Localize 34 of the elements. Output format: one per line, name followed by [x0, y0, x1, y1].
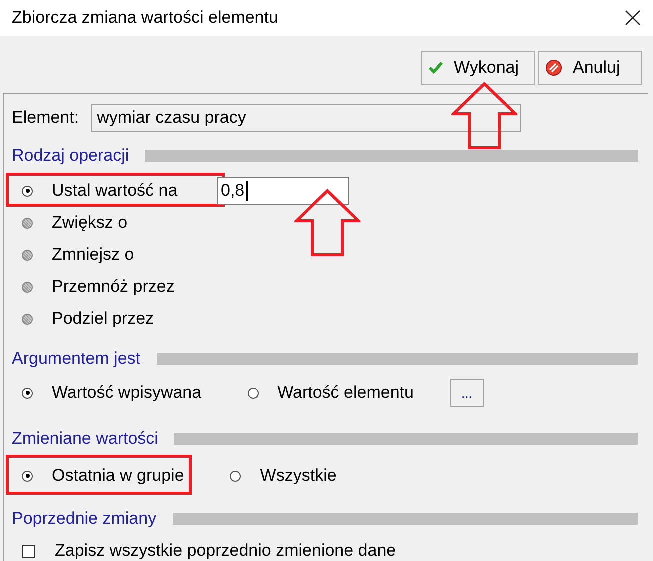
execute-button[interactable]: Wykonaj: [421, 51, 535, 85]
value-field[interactable]: 0,8: [217, 177, 349, 205]
radio-button[interactable]: [248, 388, 259, 398]
element-field[interactable]: wymiar czasu pracy: [91, 104, 522, 132]
section-header: Zmieniane wartości: [12, 429, 158, 449]
radio-label[interactable]: Podziel przez: [52, 309, 154, 329]
radio-label[interactable]: Wartość wpisywana: [52, 383, 202, 403]
radio-button[interactable]: [22, 282, 33, 292]
checkbox[interactable]: [22, 544, 35, 558]
radio-button[interactable]: [22, 186, 33, 196]
radio-button[interactable]: [22, 314, 33, 324]
cancel-button[interactable]: Anuluj: [538, 51, 642, 85]
radio-label[interactable]: Zwiększ o: [52, 213, 128, 233]
section-header: Rodzaj operacji: [12, 146, 130, 166]
close-icon[interactable]: [625, 10, 641, 26]
radio-label[interactable]: Ustal wartość na: [52, 181, 178, 201]
section-header: Argumentem jest: [12, 349, 140, 369]
element-label: Element:: [12, 108, 80, 128]
radio-label[interactable]: Wszystkie: [260, 466, 337, 486]
checkbox-label[interactable]: Zapisz wszystkie poprzednio zmienione dane: [55, 541, 396, 561]
check-icon: [428, 61, 444, 75]
radio-button[interactable]: [22, 388, 33, 398]
cancel-icon: [545, 59, 563, 77]
radio-label[interactable]: Wartość elementu: [278, 383, 414, 403]
radio-label[interactable]: Zmniejsz o: [52, 245, 134, 265]
section-header: Poprzednie zmiany: [12, 509, 157, 529]
radio-label[interactable]: Ostatnia w grupie: [52, 466, 184, 486]
radio-button[interactable]: [22, 218, 33, 228]
window-title: Zbiorcza zmiana wartości elementu: [12, 8, 278, 28]
browse-button[interactable]: ...: [450, 379, 484, 407]
radio-label[interactable]: Przemnóż przez: [52, 277, 175, 297]
radio-button[interactable]: [22, 470, 33, 482]
radio-button[interactable]: [22, 250, 33, 260]
radio-button[interactable]: [230, 470, 242, 482]
